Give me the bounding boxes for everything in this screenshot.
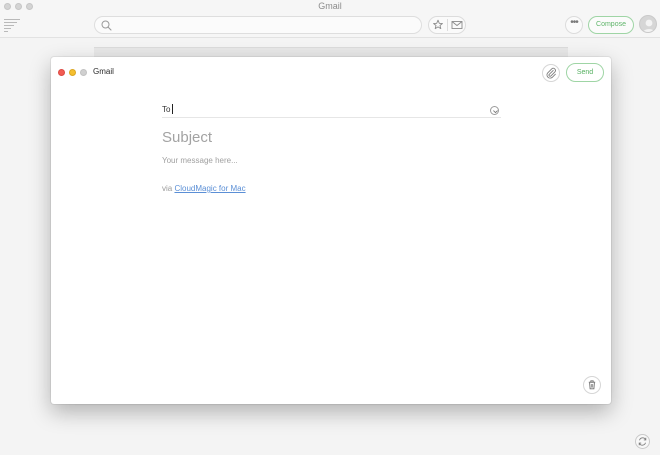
compose-button[interactable]: Compose — [588, 16, 634, 34]
attach-button[interactable] — [542, 64, 560, 82]
compose-account-label: Gmail — [93, 67, 114, 76]
signature: via CloudMagic for Mac — [162, 184, 246, 193]
title-bar: Gmail — [0, 0, 660, 12]
message-body-input[interactable] — [162, 156, 501, 170]
favorites-mail-group — [428, 16, 466, 34]
user-avatar-icon[interactable] — [639, 15, 657, 33]
app-window: Gmail ••• Compose Gmail Send To Subject … — [0, 0, 660, 455]
window-title: Gmail — [318, 1, 342, 11]
search-input[interactable] — [115, 19, 415, 31]
signature-prefix: via — [162, 184, 175, 193]
star-icon — [433, 19, 443, 30]
message-list-edge — [94, 47, 568, 57]
search-box[interactable] — [94, 16, 422, 34]
compose-zoom-button[interactable] — [80, 69, 87, 76]
to-input[interactable] — [174, 103, 484, 115]
chevron-down-icon[interactable] — [490, 106, 499, 115]
compose-window: Gmail Send To via CloudMagic for Mac — [51, 57, 611, 404]
search-icon — [101, 20, 112, 31]
toolbar: ••• Compose — [0, 12, 660, 38]
more-options-button[interactable]: ••• — [565, 16, 583, 34]
subject-input[interactable] — [162, 127, 501, 147]
compose-close-button[interactable] — [58, 69, 65, 76]
menu-lines-icon[interactable] — [4, 18, 20, 32]
star-button[interactable] — [429, 17, 447, 33]
mail-icon — [451, 21, 463, 29]
trash-icon — [588, 380, 596, 390]
cloudmagic-link[interactable]: CloudMagic for Mac — [174, 184, 245, 193]
text-caret — [172, 104, 173, 114]
compose-minimize-button[interactable] — [69, 69, 76, 76]
paperclip-icon — [546, 67, 556, 79]
to-label: To — [162, 105, 171, 114]
to-field-row: To — [162, 102, 501, 118]
mail-button[interactable] — [448, 17, 466, 33]
refresh-icon[interactable] — [635, 434, 650, 449]
discard-button[interactable] — [583, 376, 601, 394]
send-button[interactable]: Send — [566, 63, 604, 82]
